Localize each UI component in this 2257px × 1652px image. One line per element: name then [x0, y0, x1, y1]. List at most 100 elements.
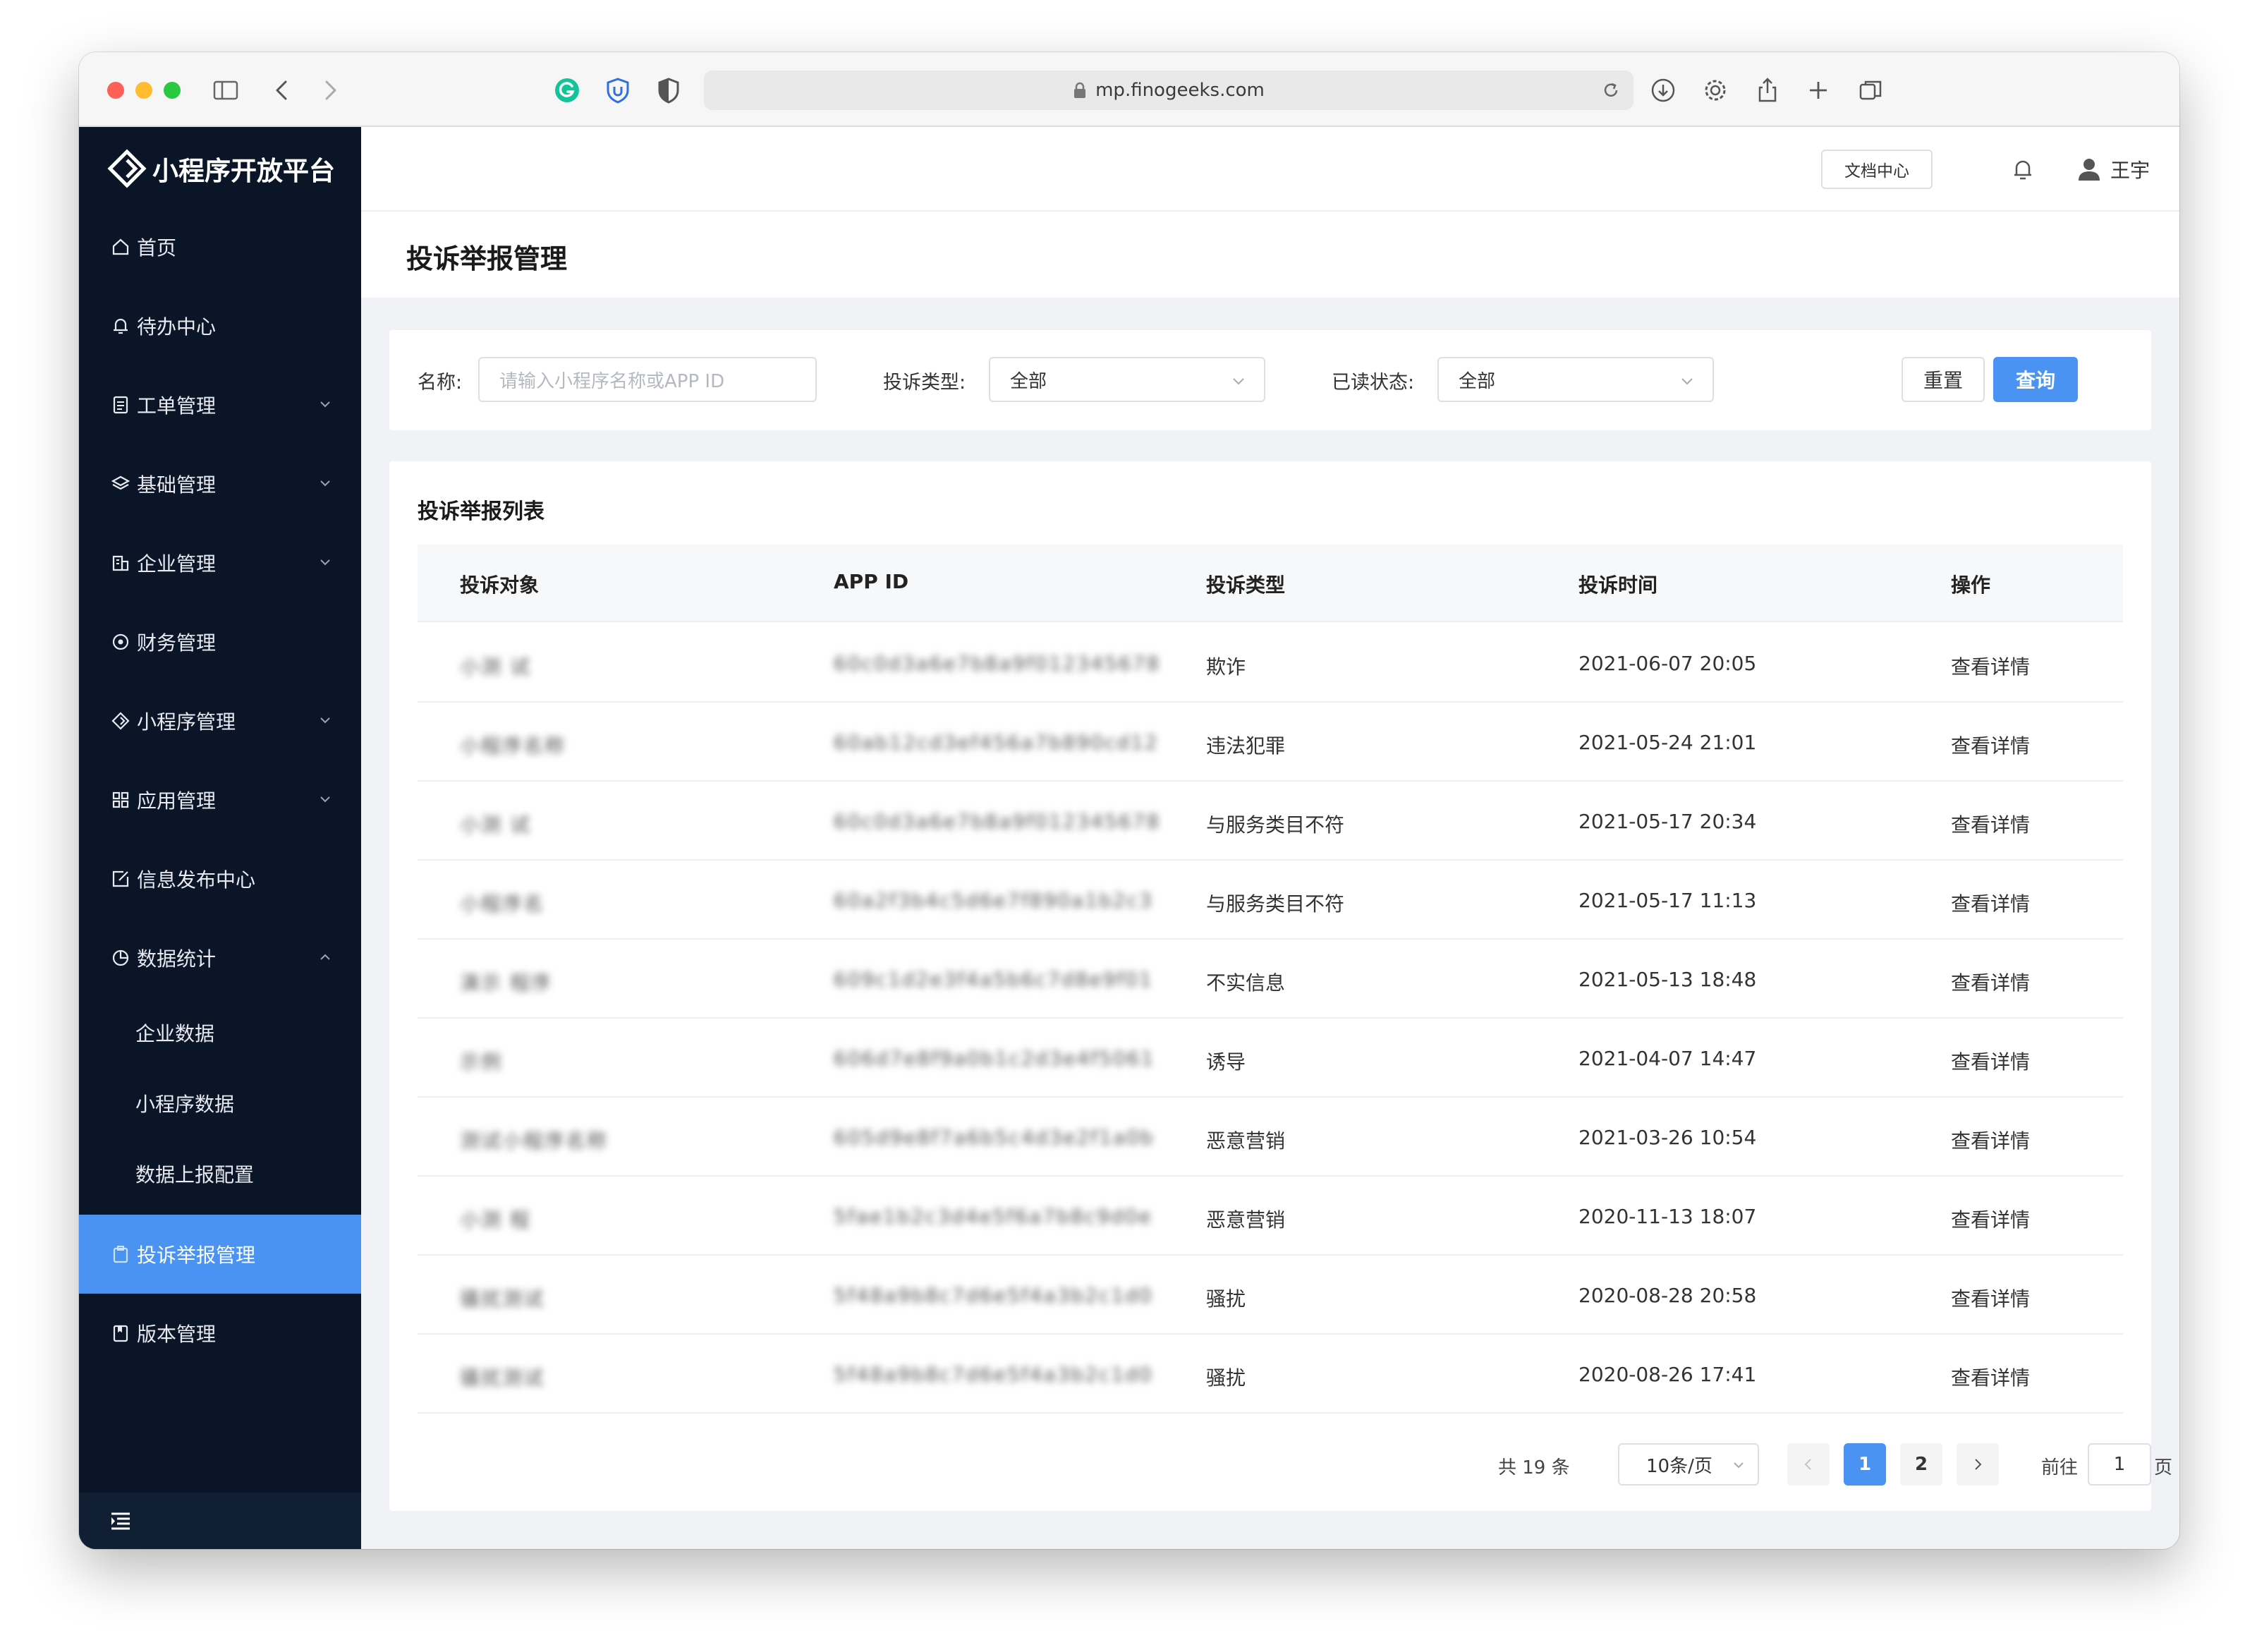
complaint-type: 骚扰 — [1206, 1366, 1246, 1390]
complaint-type: 诱导 — [1206, 1050, 1246, 1074]
sidebar-item-apps[interactable]: 应用管理 — [79, 760, 361, 839]
sidebar-item-enterprise[interactable]: 企业管理 — [79, 523, 361, 602]
sidebar-collapse-button[interactable] — [79, 1493, 361, 1549]
brand-logo[interactable]: 小程序开放平台 — [107, 145, 335, 192]
sidebar-subitem-label: 数据上报配置 — [135, 1163, 255, 1186]
complaint-type: 不实信息 — [1206, 971, 1286, 995]
complaint-time: 2021-06-07 20:05 — [1578, 652, 1757, 675]
back-icon[interactable] — [265, 73, 299, 107]
doc-center-button[interactable]: 文档中心 — [1821, 150, 1933, 189]
column-header: 投诉类型 — [1206, 573, 1286, 597]
view-detail-link[interactable]: 查看详情 — [1951, 1047, 2030, 1075]
sidebar-item-basic[interactable]: 基础管理 — [79, 444, 361, 523]
view-detail-link[interactable]: 查看详情 — [1951, 968, 2030, 996]
complaint-time: 2021-03-26 10:54 — [1578, 1126, 1757, 1149]
privacy-shield-icon[interactable] — [652, 73, 686, 107]
reset-button[interactable]: 重置 — [1902, 357, 1985, 402]
goto-page-input[interactable]: 1 — [2088, 1443, 2151, 1486]
address-bar[interactable]: mp.finogeeks.com — [704, 71, 1634, 110]
sidebar-item-label: 工单管理 — [137, 394, 217, 418]
sidebar-subitem-enterprise-data[interactable]: 企业数据 — [79, 997, 361, 1068]
sidebar-item-miniprogram[interactable]: 小程序管理 — [79, 681, 361, 760]
sidebar-item-statistics[interactable]: 数据统计 — [79, 918, 361, 997]
view-detail-link[interactable]: 查看详情 — [1951, 1363, 2030, 1391]
read-status-select[interactable]: 全部 — [1437, 357, 1714, 402]
reload-icon[interactable] — [1601, 80, 1621, 100]
sidebar-item-tickets[interactable]: 工单管理 — [79, 365, 361, 444]
forward-icon[interactable] — [313, 73, 347, 107]
grammarly-extension-icon[interactable] — [550, 73, 584, 107]
sidebar-item-home[interactable]: 首页 — [79, 207, 361, 286]
total-count: 共 19 条 — [1498, 1457, 1570, 1478]
sidebar-item-versions[interactable]: 版本管理 — [79, 1294, 361, 1373]
close-window-button[interactable] — [107, 82, 124, 99]
layers-icon — [110, 473, 131, 494]
view-detail-link[interactable]: 查看详情 — [1951, 1205, 2030, 1233]
complaint-type: 恶意营销 — [1206, 1208, 1286, 1232]
complaint-time: 2020-08-28 20:58 — [1578, 1284, 1757, 1307]
complaint-time: 2020-11-13 18:07 — [1578, 1205, 1757, 1228]
page-1-button[interactable]: 1 — [1844, 1443, 1886, 1486]
table-header: 投诉对象 APP ID 投诉类型 投诉时间 操作 — [418, 545, 2123, 622]
view-detail-link[interactable]: 查看详情 — [1951, 1284, 2030, 1312]
column-header: 投诉时间 — [1578, 573, 1658, 597]
page-header: 投诉举报管理 — [361, 212, 2179, 298]
minimize-window-button[interactable] — [135, 82, 152, 99]
shield-extension-icon[interactable] — [601, 73, 635, 107]
app-id: 60c0d3a6e7b8a9f012345678 — [834, 810, 1161, 833]
url-text: mp.finogeeks.com — [1095, 80, 1265, 101]
complaint-target: 小测 程 — [460, 1208, 531, 1232]
page-size-select[interactable]: 10条/页 — [1618, 1443, 1759, 1486]
sidebar-item-todo[interactable]: 待办中心 — [79, 286, 361, 365]
app-id: 60a2f3b4c5d6e7f890a1b2c3 — [834, 889, 1153, 912]
complaint-target: 小测 试 — [460, 813, 531, 837]
read-status-label: 已读状态: — [1332, 372, 1415, 394]
coin-icon — [110, 631, 131, 652]
name-search-input[interactable]: 请输入小程序名称或APP ID — [478, 357, 817, 402]
edit-icon — [110, 868, 131, 889]
view-detail-link[interactable]: 查看详情 — [1951, 810, 2030, 838]
sidebar-item-complaints[interactable]: 投诉举报管理 — [79, 1215, 361, 1294]
sidebar-subitem-miniprogram-data[interactable]: 小程序数据 — [79, 1068, 361, 1138]
lock-icon — [1074, 82, 1086, 98]
chevron-down-icon — [320, 480, 330, 487]
view-detail-link[interactable]: 查看详情 — [1951, 889, 2030, 917]
page-title: 投诉举报管理 — [406, 243, 568, 274]
complaint-time: 2021-05-24 21:01 — [1578, 731, 1757, 754]
download-icon[interactable] — [1646, 73, 1680, 107]
zoom-window-button[interactable] — [164, 82, 181, 99]
complaint-target: 骚扰测试 — [460, 1366, 545, 1390]
complaint-time: 2021-05-17 20:34 — [1578, 810, 1757, 833]
view-detail-link[interactable]: 查看详情 — [1951, 731, 2030, 759]
type-filter-label: 投诉类型: — [883, 372, 966, 394]
name-filter-label: 名称: — [418, 372, 463, 394]
notification-bell-icon[interactable] — [2009, 155, 2037, 183]
view-detail-link[interactable]: 查看详情 — [1951, 1126, 2030, 1154]
sidebar-toggle-icon[interactable] — [209, 73, 243, 107]
complaint-type: 违法犯罪 — [1206, 734, 1286, 758]
view-detail-link[interactable]: 查看详情 — [1951, 652, 2030, 680]
chevron-down-icon — [320, 559, 330, 566]
bell-icon — [110, 315, 131, 336]
next-page-button[interactable] — [1957, 1443, 1999, 1486]
app-id: 60c0d3a6e7b8a9f012345678 — [834, 652, 1161, 675]
prev-page-button[interactable] — [1787, 1443, 1830, 1486]
tab-overview-icon[interactable] — [1854, 73, 1887, 107]
chevron-left-icon — [1804, 1459, 1811, 1470]
page-unit-label: 页 — [2154, 1457, 2173, 1478]
sidebar-item-publish[interactable]: 信息发布中心 — [79, 839, 361, 918]
query-button[interactable]: 查询 — [1993, 357, 2078, 402]
complaint-target: 小程序名称 — [460, 734, 566, 758]
new-tab-icon[interactable] — [1801, 73, 1835, 107]
complaint-time: 2020-08-26 17:41 — [1578, 1363, 1757, 1386]
complaint-type-select[interactable]: 全部 — [989, 357, 1265, 402]
sidebar-subitem-report-config[interactable]: 数据上报配置 — [79, 1138, 361, 1209]
sidebar-item-label: 首页 — [137, 236, 177, 260]
user-menu[interactable]: 王宇 — [2075, 152, 2150, 186]
page-2-button[interactable]: 2 — [1900, 1443, 1942, 1486]
chevron-down-icon — [1734, 1462, 1744, 1469]
sidebar-item-finance[interactable]: 财务管理 — [79, 602, 361, 681]
gear-icon[interactable] — [1698, 73, 1732, 107]
share-icon[interactable] — [1751, 73, 1784, 107]
sidebar-item-label: 基础管理 — [137, 473, 217, 497]
